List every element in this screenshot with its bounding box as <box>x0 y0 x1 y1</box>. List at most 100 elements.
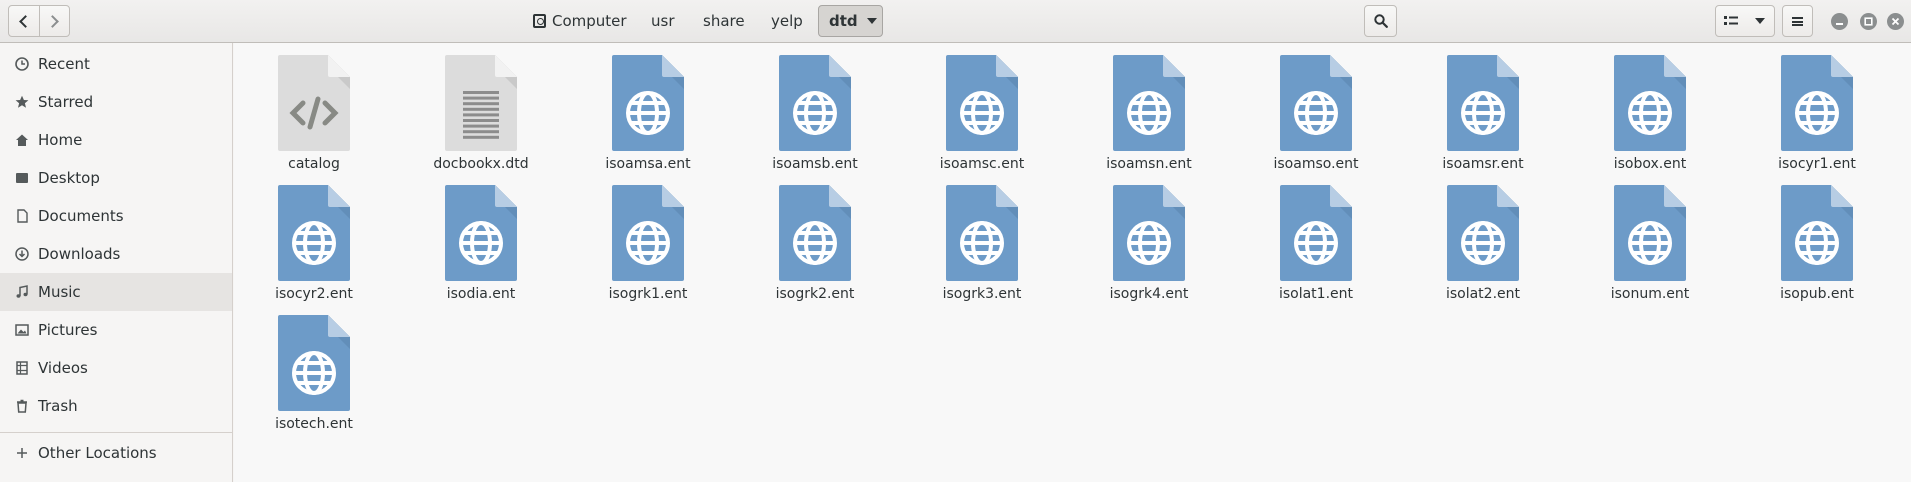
breadcrumb-current[interactable]: dtd <box>818 5 883 37</box>
sidebar-item-home[interactable]: Home <box>0 121 232 159</box>
file-name: isoamsc.ent <box>939 156 1025 172</box>
file-item[interactable]: isoamsb.ent <box>735 43 895 172</box>
maximize-button[interactable] <box>1860 13 1877 30</box>
text-file-icon <box>445 55 517 151</box>
web-file-icon <box>779 185 851 281</box>
file-item[interactable]: catalog <box>234 43 394 172</box>
sidebar-item-label: Recent <box>38 55 90 73</box>
sidebar-item-label: Downloads <box>38 245 121 263</box>
sidebar-item-music[interactable]: Music <box>0 273 232 311</box>
file-grid: catalog docbookx.dtd isoamsa.ent isoamsb.en… <box>234 43 1911 482</box>
sidebar: Recent Starred Home Desktop Documents Do… <box>0 43 233 482</box>
sidebar-item-label: Desktop <box>38 169 100 187</box>
list-view-button[interactable] <box>1716 6 1745 36</box>
sidebar-item-videos[interactable]: Videos <box>0 349 232 387</box>
sidebar-item-desktop[interactable]: Desktop <box>0 159 232 197</box>
sidebar-item-label: Videos <box>38 359 88 377</box>
header-bar: Computer usr share yelp dtd <box>0 0 1911 43</box>
file-name: isocyr2.ent <box>275 286 353 302</box>
forward-button[interactable] <box>38 6 69 36</box>
desktop-icon <box>14 170 30 186</box>
file-name: isogrk3.ent <box>942 286 1022 302</box>
file-item[interactable]: isoamsn.ent <box>1069 43 1229 172</box>
video-icon <box>14 360 30 376</box>
minimize-button[interactable] <box>1831 13 1848 30</box>
music-icon <box>14 284 30 300</box>
minimize-icon <box>1836 23 1843 25</box>
home-icon <box>14 132 30 148</box>
file-name: isoamsr.ent <box>1442 156 1524 172</box>
file-item[interactable]: isobox.ent <box>1570 43 1730 172</box>
sidebar-item-label: Pictures <box>38 321 98 339</box>
web-file-icon <box>1280 185 1352 281</box>
web-file-icon <box>1447 55 1519 151</box>
file-name: isogrk2.ent <box>775 286 855 302</box>
file-item[interactable]: isolat2.ent <box>1403 173 1563 302</box>
view-dropdown-button[interactable] <box>1745 6 1774 36</box>
breadcrumb-computer[interactable]: Computer <box>533 5 627 37</box>
file-item[interactable]: isoamsr.ent <box>1403 43 1563 172</box>
file-name: isopub.ent <box>1780 286 1854 302</box>
file-item[interactable]: isonum.ent <box>1570 173 1730 302</box>
breadcrumb-yelp[interactable]: yelp <box>771 5 803 37</box>
plus-icon <box>14 445 30 461</box>
file-name: catalog <box>288 156 340 172</box>
file-item[interactable]: isogrk2.ent <box>735 173 895 302</box>
file-item[interactable]: isocyr2.ent <box>234 173 394 302</box>
breadcrumb-current-label: dtd <box>829 12 858 30</box>
sidebar-item-other-locations[interactable]: Other Locations <box>0 434 232 472</box>
web-file-icon <box>1614 185 1686 281</box>
sidebar-item-trash[interactable]: Trash <box>0 387 232 425</box>
list-view-icon <box>1723 16 1738 25</box>
file-name: isodia.ent <box>446 286 516 302</box>
file-item[interactable]: isogrk4.ent <box>1069 173 1229 302</box>
file-item[interactable]: isoamsc.ent <box>902 43 1062 172</box>
web-file-icon <box>1113 185 1185 281</box>
file-item[interactable]: isocyr1.ent <box>1737 43 1897 172</box>
close-button[interactable] <box>1887 13 1904 30</box>
file-name: isotech.ent <box>275 416 353 432</box>
file-name: isocyr1.ent <box>1778 156 1856 172</box>
web-file-icon <box>612 55 684 151</box>
sidebar-item-label: Home <box>38 131 83 149</box>
file-item[interactable]: isodia.ent <box>401 173 561 302</box>
web-file-icon <box>1781 185 1853 281</box>
web-file-icon <box>1614 55 1686 151</box>
computer-icon <box>533 14 546 28</box>
file-item[interactable]: isolat1.ent <box>1236 173 1396 302</box>
web-file-icon <box>612 185 684 281</box>
file-item[interactable]: isotech.ent <box>234 303 394 432</box>
sidebar-item-label: Other Locations <box>38 444 157 462</box>
menu-button[interactable] <box>1782 5 1813 37</box>
web-file-icon <box>946 55 1018 151</box>
hamburger-menu-icon <box>1792 16 1803 26</box>
web-file-icon <box>1447 185 1519 281</box>
view-options <box>1715 5 1775 37</box>
sidebar-item-label: Documents <box>38 207 124 225</box>
file-item[interactable]: docbookx.dtd <box>401 43 561 172</box>
file-item[interactable]: isogrk1.ent <box>568 173 728 302</box>
file-name: isoamsa.ent <box>605 156 691 172</box>
text-lines-icon <box>463 91 499 139</box>
sidebar-item-documents[interactable]: Documents <box>0 197 232 235</box>
breadcrumb-usr[interactable]: usr <box>651 5 675 37</box>
chevron-down-icon <box>1754 18 1765 24</box>
picture-icon <box>14 322 30 338</box>
chevron-down-icon <box>866 18 877 24</box>
sidebar-item-pictures[interactable]: Pictures <box>0 311 232 349</box>
sidebar-item-downloads[interactable]: Downloads <box>0 235 232 273</box>
breadcrumb-share[interactable]: share <box>703 5 745 37</box>
sidebar-item-recent[interactable]: Recent <box>0 45 232 83</box>
search-button[interactable] <box>1364 5 1397 37</box>
document-icon <box>14 208 30 224</box>
file-name: isoamso.ent <box>1273 156 1359 172</box>
back-button[interactable] <box>9 6 39 36</box>
web-file-icon <box>1280 55 1352 151</box>
file-item[interactable]: isopub.ent <box>1737 173 1897 302</box>
file-item[interactable]: isoamsa.ent <box>568 43 728 172</box>
star-icon <box>14 94 30 110</box>
file-item[interactable]: isoamso.ent <box>1236 43 1396 172</box>
sidebar-item-starred[interactable]: Starred <box>0 83 232 121</box>
file-item[interactable]: isogrk3.ent <box>902 173 1062 302</box>
file-name: isoamsb.ent <box>772 156 858 172</box>
